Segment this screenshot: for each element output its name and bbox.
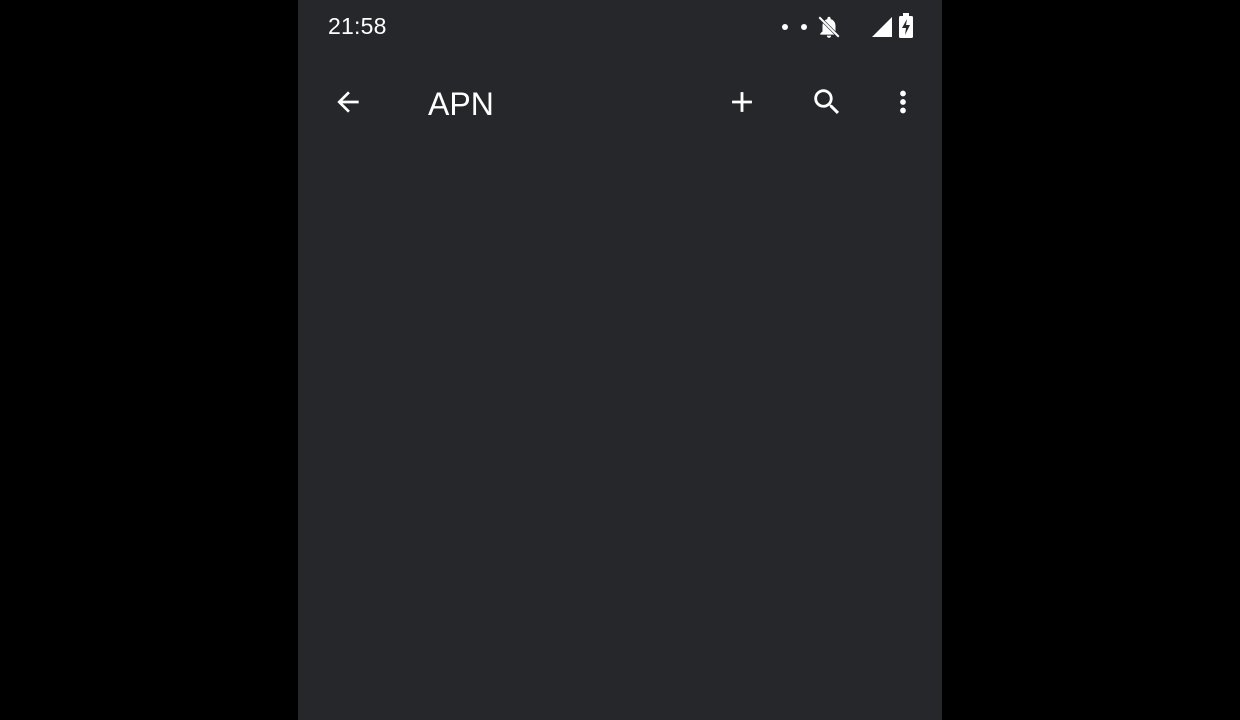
add-icon (725, 85, 759, 124)
more-vert-icon (886, 85, 920, 124)
page-title: APN (428, 86, 494, 122)
signal-icon (871, 16, 893, 43)
letterbox-right (942, 0, 1240, 720)
bell-off-icon (816, 14, 842, 45)
notification-dot-icon (801, 24, 807, 30)
status-time: 21:58 (328, 13, 387, 39)
back-button[interactable] (326, 82, 370, 126)
more-options-button[interactable] (881, 82, 925, 126)
app-bar: APN (298, 60, 942, 152)
search-icon (810, 85, 844, 124)
apn-list (298, 152, 942, 720)
battery-charging-icon (898, 13, 914, 44)
notification-dot-icon (782, 24, 788, 30)
add-apn-button[interactable] (720, 82, 764, 126)
letterbox-left (0, 0, 298, 720)
search-button[interactable] (805, 82, 849, 126)
arrow-back-icon (332, 86, 364, 123)
phone-screen: 21:58 APN (298, 0, 942, 720)
status-bar: 21:58 (298, 0, 942, 56)
